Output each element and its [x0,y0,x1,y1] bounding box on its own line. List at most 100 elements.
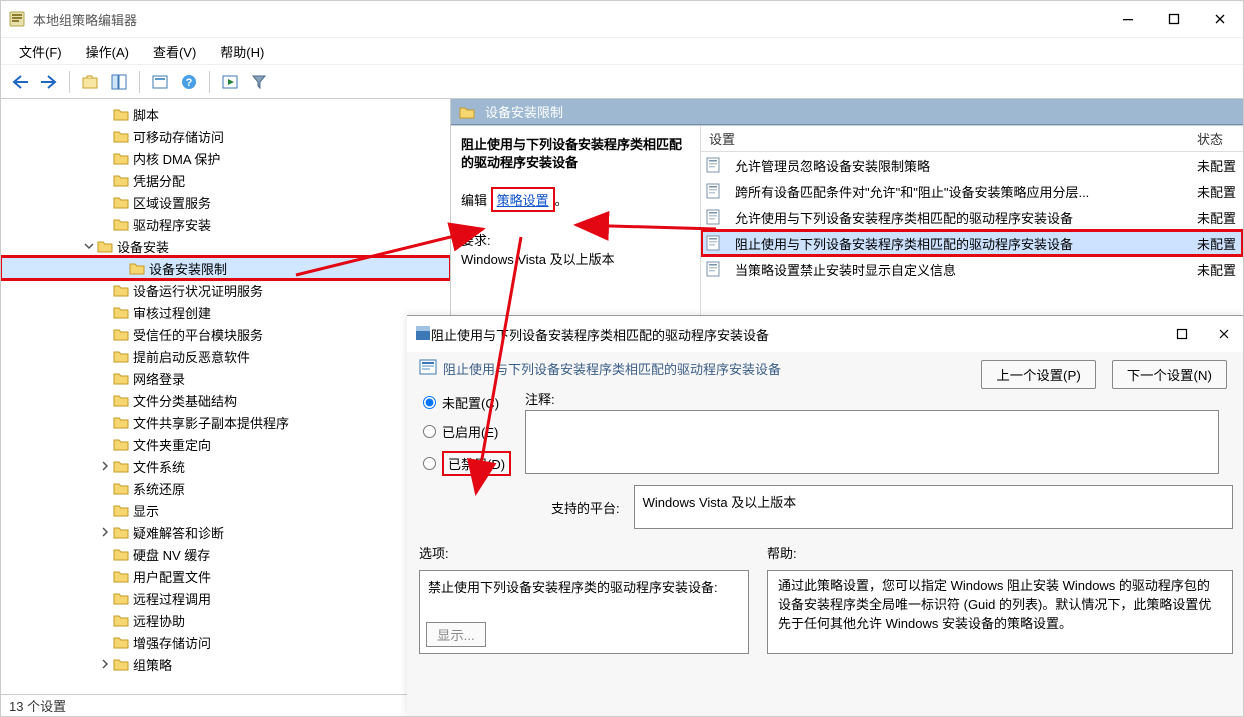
chevron-right-icon[interactable] [97,461,113,471]
tree-item[interactable]: 显示 [1,499,450,521]
folder-icon [113,524,129,540]
tree-item[interactable]: 驱动程序安装 [1,213,450,235]
col-setting[interactable]: 设置 [701,129,1193,148]
col-state[interactable]: 状态 [1193,129,1243,148]
maximize-button[interactable] [1151,1,1197,37]
tree-item[interactable]: 疑难解答和诊断 [1,521,450,543]
policy-row[interactable]: 允许使用与下列设备安装程序类相匹配的驱动程序安装设备未配置 [701,204,1243,230]
toolbar-separator [69,71,70,93]
policy-row[interactable]: 跨所有设备匹配条件对"允许"和"阻止"设备安装策略应用分层...未配置 [701,178,1243,204]
folder-icon [113,392,129,408]
tree-item[interactable]: 提前启动反恶意软件 [1,345,450,367]
up-level-button[interactable] [77,69,103,95]
run-button[interactable] [217,69,243,95]
policy-row[interactable]: 当策略设置禁止安装时显示自定义信息未配置 [701,256,1243,282]
funnel-filter-button[interactable] [246,69,272,95]
folder-icon [459,104,475,120]
tree-item-label: 区域设置服务 [133,193,211,212]
folder-icon [113,458,129,474]
tree[interactable]: 脚本可移动存储访问内核 DMA 保护凭据分配区域设置服务驱动程序安装设备安装设备… [1,99,450,694]
policy-row[interactable]: 允许管理员忽略设备安装限制策略未配置 [701,152,1243,178]
help-button[interactable]: ? [176,69,202,95]
radio-disabled[interactable]: 已禁用(D) [423,451,511,476]
tree-item[interactable]: 内核 DMA 保护 [1,147,450,169]
tree-item[interactable]: 文件系统 [1,455,450,477]
folder-icon [113,612,129,628]
folder-icon [113,128,129,144]
radio-enabled[interactable]: 已启用(E) [423,422,511,441]
next-setting-button[interactable]: 下一个设置(N) [1112,360,1227,389]
tree-item-label: 设备安装 [117,237,169,256]
radio-disabled-input[interactable] [423,457,436,470]
platform-label: 支持的平台: [551,498,620,517]
chevron-right-icon[interactable] [97,659,113,669]
dialog-close-button[interactable] [1203,316,1244,352]
tree-item[interactable]: 远程过程调用 [1,587,450,609]
tree-item[interactable]: 设备安装限制 [1,257,450,279]
toolbar-separator [209,71,210,93]
folder-icon [113,656,129,672]
tree-item-label: 设备运行状况证明服务 [133,281,263,300]
tree-item[interactable]: 设备安装 [1,235,450,257]
tree-item[interactable]: 增强存储访问 [1,631,450,653]
folder-icon [113,568,129,584]
radio-enabled-input[interactable] [423,425,436,438]
tree-item[interactable]: 受信任的平台模块服务 [1,323,450,345]
tree-item[interactable]: 网络登录 [1,367,450,389]
menubar: 文件(F) 操作(A) 查看(V) 帮助(H) [1,37,1243,65]
back-button[interactable] [7,69,33,95]
menu-file[interactable]: 文件(F) [7,39,74,64]
show-button[interactable]: 显示... [426,622,486,647]
tree-item-label: 审核过程创建 [133,303,211,322]
tree-item-label: 疑难解答和诊断 [133,523,224,542]
tree-item[interactable]: 设备运行状况证明服务 [1,279,450,301]
menu-action[interactable]: 操作(A) [74,39,141,64]
dialog-heading: 阻止使用与下列设备安装程序类相匹配的驱动程序安装设备 [443,359,781,378]
tree-item-label: 内核 DMA 保护 [133,149,220,168]
tree-item[interactable]: 文件夹重定向 [1,433,450,455]
show-hide-tree-button[interactable] [106,69,132,95]
tree-item[interactable]: 系统还原 [1,477,450,499]
policy-row[interactable]: 阻止使用与下列设备安装程序类相匹配的驱动程序安装设备未配置 [701,230,1243,256]
tree-item[interactable]: 文件分类基础结构 [1,389,450,411]
tree-item[interactable]: 可移动存储访问 [1,125,450,147]
tree-item-label: 文件系统 [133,457,185,476]
policy-list[interactable]: 允许管理员忽略设备安装限制策略未配置跨所有设备匹配条件对"允许"和"阻止"设备安… [701,152,1243,282]
policy-icon [705,157,721,173]
requirements-label: 要求: [461,230,690,249]
tree-item[interactable]: 组策略 [1,653,450,675]
tree-item[interactable]: 远程协助 [1,609,450,631]
tree-item[interactable]: 用户配置文件 [1,565,450,587]
chevron-right-icon[interactable] [97,527,113,537]
tree-item-label: 文件共享影子副本提供程序 [133,413,289,432]
close-button[interactable] [1197,1,1243,37]
chevron-down-icon[interactable] [81,241,97,251]
policy-row-state: 未配置 [1193,234,1243,253]
minimize-button[interactable] [1105,1,1151,37]
forward-button[interactable] [36,69,62,95]
funnel-icon-1[interactable] [147,69,173,95]
dialog-maximize-button[interactable] [1161,316,1203,352]
menu-view[interactable]: 查看(V) [141,39,208,64]
tree-item[interactable]: 区域设置服务 [1,191,450,213]
policy-icon [705,183,721,199]
tree-item[interactable]: 硬盘 NV 缓存 [1,543,450,565]
titlebar: 本地组策略编辑器 [1,1,1243,37]
comment-textarea[interactable] [525,410,1219,474]
tree-item[interactable]: 凭据分配 [1,169,450,191]
folder-icon [113,546,129,562]
policy-row-state: 未配置 [1193,260,1243,279]
comment-block: 注释: [525,389,1233,477]
radio-not-configured-input[interactable] [423,396,436,409]
prev-setting-button[interactable]: 上一个设置(P) [981,360,1095,389]
policy-row-state: 未配置 [1193,182,1243,201]
tree-item[interactable]: 脚本 [1,103,450,125]
tree-item[interactable]: 审核过程创建 [1,301,450,323]
radio-not-configured[interactable]: 未配置(C) [423,393,511,412]
folder-icon [113,480,129,496]
menu-help[interactable]: 帮助(H) [208,39,276,64]
tree-item-label: 驱动程序安装 [133,215,211,234]
policy-settings-link[interactable]: 策略设置 [491,187,555,212]
tree-item-label: 系统还原 [133,479,185,498]
tree-item[interactable]: 文件共享影子副本提供程序 [1,411,450,433]
